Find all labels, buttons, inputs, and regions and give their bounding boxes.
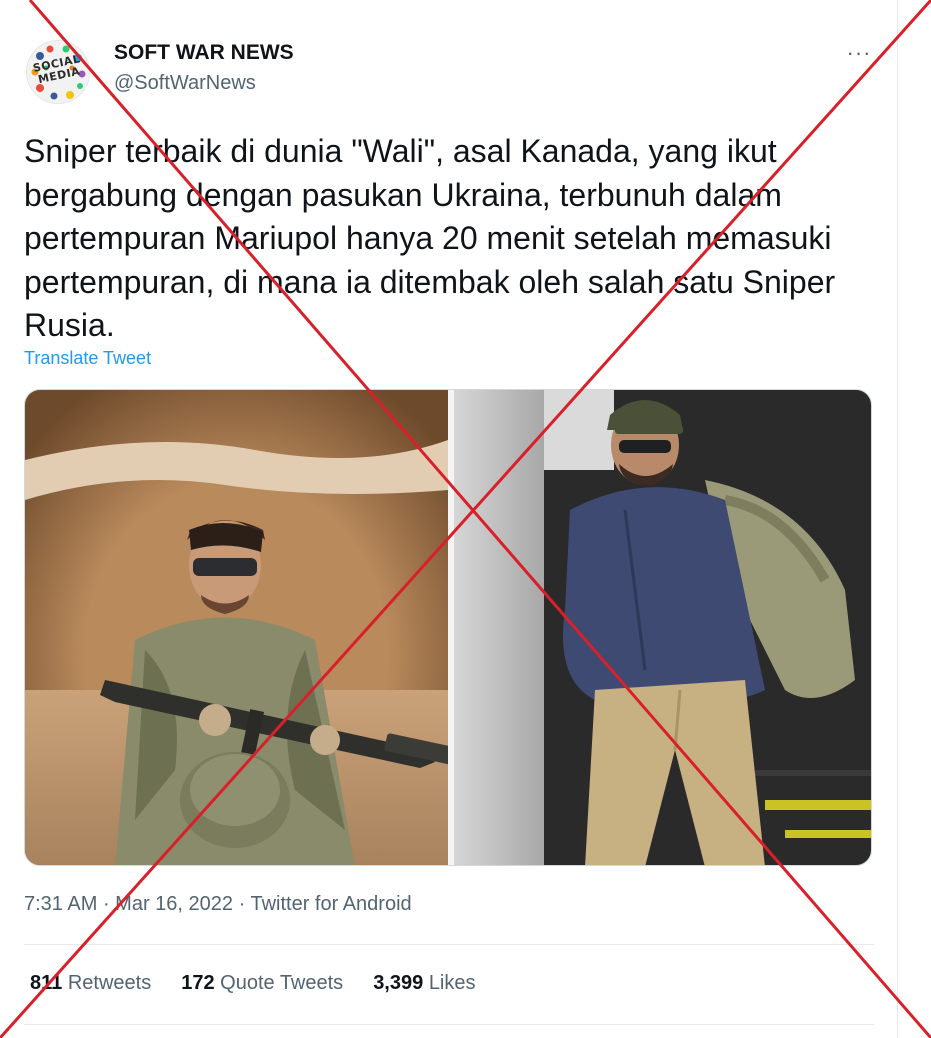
likes-count: 3,399 (373, 972, 424, 994)
more-options-button[interactable]: ··· (844, 42, 874, 64)
separator: · (97, 893, 116, 915)
tweet-date[interactable]: Mar 16, 2022 (115, 893, 233, 915)
likes-label: Likes (428, 972, 476, 994)
quote-tweets-stat[interactable]: 172 Quote Tweets (181, 972, 343, 995)
display-name[interactable]: SOFT WAR NEWS (114, 41, 294, 65)
column-border (897, 0, 898, 1038)
likes-stat[interactable]: 3,399 Likes (373, 972, 475, 995)
photo-divider (448, 390, 454, 865)
tweet-timestamp-row: 7:31 AM · Mar 16, 2022 · Twitter for And… (24, 893, 412, 916)
quote-tweets-count: 172 (181, 972, 215, 994)
tweet-time[interactable]: 7:31 AM (24, 893, 97, 915)
tweet-source[interactable]: Twitter for Android (250, 893, 411, 915)
engagement-stats: 811 Retweets 172 Quote Tweets 3,399 Like… (30, 972, 476, 995)
retweets-stat[interactable]: 811 Retweets (30, 972, 151, 995)
user-handle[interactable]: @SoftWarNews (114, 72, 256, 95)
translate-tweet-link[interactable]: Translate Tweet (24, 348, 151, 369)
separator: · (233, 893, 251, 915)
divider-bottom (24, 1024, 874, 1025)
right-photo (454, 390, 871, 865)
tweet-text: Sniper terbaik di dunia "Wali", asal Kan… (24, 133, 836, 343)
retweets-label: Retweets (67, 972, 152, 994)
divider-top (24, 944, 874, 945)
tweet-media[interactable] (24, 389, 872, 866)
quote-tweets-label: Quote Tweets (220, 972, 344, 994)
retweets-count: 811 (30, 972, 63, 994)
avatar[interactable]: SOCIAL MEDIA (26, 40, 90, 104)
left-photo (25, 390, 456, 865)
